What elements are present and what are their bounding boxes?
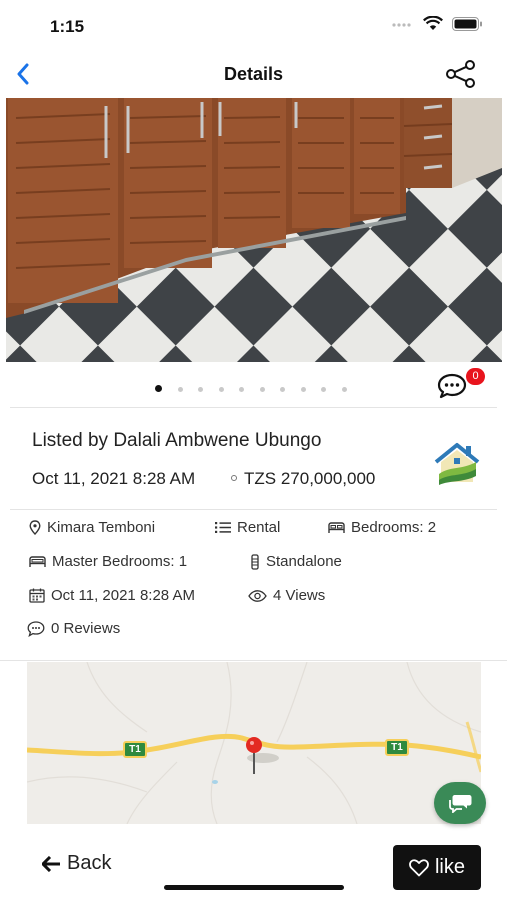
road-label-t1-left: T1: [123, 741, 147, 758]
master-bedrooms-text: Master Bedrooms: 1: [52, 553, 188, 570]
divider: [10, 509, 497, 510]
carousel-dot[interactable]: [239, 386, 244, 392]
property-photo[interactable]: [6, 98, 502, 362]
chat-fab-button[interactable]: [434, 782, 486, 824]
building-icon: [251, 553, 259, 570]
carousel-dot[interactable]: [218, 386, 224, 392]
road-label-t1-right: T1: [385, 739, 409, 756]
bullet-icon: [231, 475, 237, 481]
home-indicator[interactable]: [164, 885, 344, 890]
divider: [0, 660, 507, 661]
arrow-left-icon: [42, 855, 60, 872]
attribute-location: Kimara Temboni: [29, 519, 155, 536]
chat-icon: [449, 795, 472, 813]
carousel-dot[interactable]: [341, 386, 347, 392]
attribute-type: Rental: [215, 519, 280, 536]
attribute-reviews[interactable]: 0 Reviews: [27, 620, 120, 637]
back-button[interactable]: Back: [42, 852, 111, 875]
attribute-bedrooms: Bedrooms: 2: [328, 519, 436, 536]
calendar-icon: [29, 588, 45, 603]
listed-by-text: Listed by Dalali Ambwene Ubungo: [32, 430, 322, 451]
share-icon: [446, 60, 475, 88]
cellular-signal-icon: [392, 22, 411, 27]
carousel-dot-active[interactable]: [155, 385, 162, 392]
navigation-bar: Details: [0, 52, 507, 96]
attribute-master-bedrooms: Master Bedrooms: 1: [29, 553, 187, 570]
back-label: Back: [67, 852, 112, 874]
listing-date: Oct 11, 2021 8:28 AM: [32, 469, 196, 488]
listing-price: TZS 270,000,000: [244, 469, 376, 488]
bed-icon: [328, 521, 345, 533]
share-button[interactable]: [443, 58, 479, 90]
double-bed-icon: [29, 555, 46, 567]
location-map[interactable]: T1 T1: [27, 662, 481, 824]
location-text: Kimara Temboni: [47, 519, 156, 536]
comments-button[interactable]: 0: [436, 368, 490, 400]
speech-bubble-icon: [437, 373, 467, 399]
carousel-dot[interactable]: [300, 386, 306, 392]
like-button[interactable]: like: [393, 845, 481, 890]
battery-icon: [452, 16, 482, 31]
carousel-dot[interactable]: [280, 386, 285, 392]
heart-icon: [409, 858, 429, 876]
location-pin-icon: [29, 520, 41, 535]
wifi-icon: [423, 16, 443, 30]
carousel-dot[interactable]: [321, 386, 326, 392]
agency-logo[interactable]: [432, 440, 482, 486]
property-photo-image: [6, 98, 502, 362]
carousel-dot[interactable]: [177, 386, 183, 392]
posted-date-text: Oct 11, 2021 8:28 AM: [51, 587, 195, 604]
comment-count-badge: 0: [466, 368, 485, 385]
attribute-building: Standalone: [250, 553, 342, 570]
chat-bubble-icon: [27, 620, 45, 637]
attribute-posted: Oct 11, 2021 8:28 AM: [29, 587, 195, 604]
carousel-dot[interactable]: [259, 386, 265, 392]
page-title: Details: [223, 64, 284, 84]
list-icon: [215, 522, 231, 533]
carousel-dot[interactable]: [198, 386, 203, 392]
reviews-text: 0 Reviews: [51, 620, 121, 637]
status-bar: 1:15: [0, 0, 507, 50]
house-logo-icon: [434, 443, 480, 485]
like-label: like: [434, 856, 465, 878]
status-time: 1:15: [50, 17, 85, 36]
map-image: [27, 662, 481, 824]
bedrooms-text: Bedrooms: 2: [351, 519, 437, 536]
carousel-indicator[interactable]: [155, 385, 347, 392]
attribute-views: 4 Views: [248, 587, 325, 604]
listing-type-text: Rental: [237, 519, 281, 536]
divider: [10, 407, 497, 408]
status-icons: [392, 16, 483, 31]
building-type-text: Standalone: [266, 553, 342, 570]
views-text: 4 Views: [273, 587, 326, 604]
eye-icon: [248, 589, 267, 602]
